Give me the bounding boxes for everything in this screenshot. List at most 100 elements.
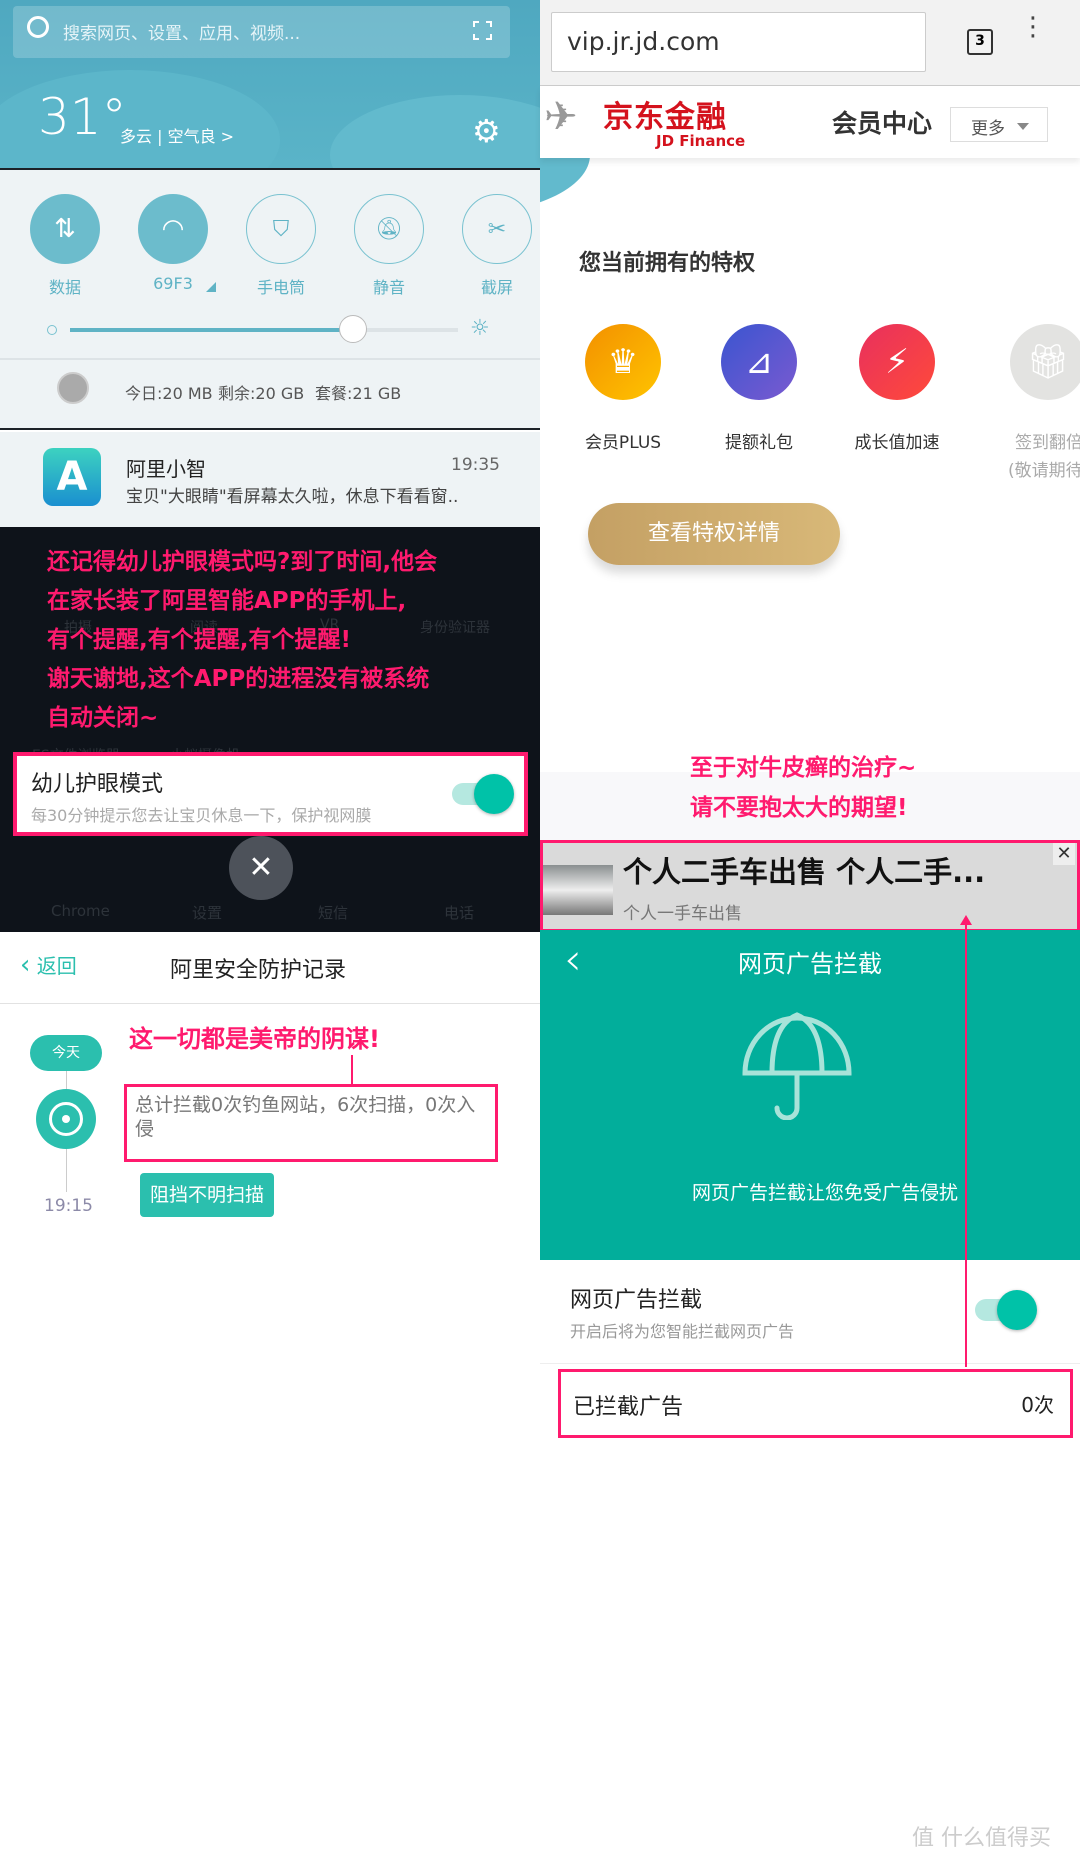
brightness-fill xyxy=(70,328,354,332)
home-screen-dimmed: 拍摄 阅读 VR 身份验证器 ES文件浏览器 小蚁摄像机 还记得幼儿护眼模式吗?… xyxy=(0,527,540,932)
search-input[interactable]: 搜索网页、设置、应用、视频... xyxy=(13,6,510,58)
annotation-line: 请不要抱太大的期望! xyxy=(690,795,908,821)
wifi-icon: ◠ xyxy=(161,214,185,244)
privilege-plus[interactable]: ♛ xyxy=(585,324,661,400)
weather-description[interactable]: 多云 | 空气良 > xyxy=(120,123,234,147)
annotation-line: 还记得幼儿护眼模式吗?到了时间,他会 xyxy=(47,549,438,575)
ad-banner[interactable]: 个人二手车出售 个人二手... 个人一手车出售 ✕ xyxy=(540,840,1080,932)
setting-subtitle: 开启后将为您智能拦截网页广告 xyxy=(570,1322,795,1341)
annotation-arrow-line xyxy=(965,922,967,1367)
ad-close-icon[interactable]: ✕ xyxy=(1053,843,1075,865)
notification-time: 19:35 xyxy=(451,455,500,475)
jd-logo-icon: ✈ xyxy=(544,94,578,140)
target-icon xyxy=(36,1089,96,1149)
notification-card[interactable]: A 阿里小智 19:35 宝贝"大眼睛"看屏幕太久啦，休息下看看窗.. xyxy=(0,432,540,527)
back-button[interactable]: ‹ 返回 xyxy=(20,950,77,980)
eye-mode-subtitle: 每30分钟提示您去让宝贝休息一下，保护视网膜 xyxy=(31,806,372,825)
adblock-tagline: 网页广告拦截让您免受广告侵扰 xyxy=(691,1182,958,1204)
url-bar[interactable]: vip.jr.jd.com xyxy=(551,12,926,72)
quick-settings: ⇅ ◠ ⛉ 🔕︎ ✂ 数据 69F3 手电筒 静音 截屏 ☼ xyxy=(0,168,540,358)
page-title: 阿里安全防护记录 xyxy=(170,958,347,983)
eye-mode-toggle[interactable] xyxy=(452,774,514,814)
browser-toolbar: vip.jr.jd.com 3 ⋮ xyxy=(540,0,1080,86)
dock-label: Chrome xyxy=(51,902,110,920)
section-title: 您当前拥有的特权 xyxy=(579,251,756,276)
silent-toggle[interactable]: 🔕︎ xyxy=(354,194,424,264)
flashlight-toggle[interactable]: ⛉ xyxy=(246,194,316,264)
crown-icon: ♛ xyxy=(607,342,639,382)
wifi-signal-icon xyxy=(206,282,216,292)
eye-mode-card[interactable]: 幼儿护眼模式 每30分钟提示您去让宝贝休息一下，保护视网膜 xyxy=(13,752,528,836)
jd-header: ✈ 京东金融 JD Finance 会员中心 更多 xyxy=(540,86,1080,158)
data-usage-row[interactable]: 今日:20 MB 剩余:20 GB 套餐:21 GB xyxy=(0,358,540,430)
bell-off-icon: 🔕︎ xyxy=(375,216,403,242)
adblock-toggle[interactable] xyxy=(975,1290,1037,1330)
screenshot-icon: ✂ xyxy=(487,216,507,242)
notification-body: 宝贝"大眼睛"看屏幕太久啦，休息下看看窗.. xyxy=(126,487,459,507)
privilege-growth[interactable]: ⚡ xyxy=(859,324,935,400)
jd-logo-text: 京东金融 xyxy=(603,100,727,135)
brightness-thumb[interactable] xyxy=(339,315,368,343)
member-center-title: 会员中心 xyxy=(832,109,933,138)
annotation-arrowhead xyxy=(960,915,972,925)
ad-title: 个人二手车出售 个人二手... xyxy=(623,855,986,889)
privilege-label: 提额礼包 xyxy=(725,433,793,453)
brightness-low-icon xyxy=(47,325,57,335)
flashlight-icon: ⛉ xyxy=(272,216,290,242)
screenshot-toggle[interactable]: ✂ xyxy=(462,194,532,264)
privilege-label: 签到翻倍 xyxy=(1015,433,1080,453)
annotation-ads: 至于对牛皮癣的治疗~ 请不要抱太大的期望! xyxy=(690,748,916,828)
car-image xyxy=(543,865,613,915)
summary-box: 总计拦截0次钓鱼网站，6次扫描，0次入侵 xyxy=(124,1084,498,1162)
search-icon xyxy=(27,16,49,38)
brightness-slider[interactable] xyxy=(70,315,458,343)
qs-label: 静音 xyxy=(372,278,405,297)
annotation-line: 有个提醒,有个提醒,有个提醒! xyxy=(47,627,351,653)
blocked-label: 已拦截广告 xyxy=(573,1395,684,1420)
more-dropdown[interactable]: 更多 xyxy=(950,107,1048,142)
adblock-header: ‹ 网页广告拦截 网页广告拦截让您免受广告侵扰 xyxy=(540,930,1080,1260)
qs-label: 数据 xyxy=(48,278,81,297)
blocked-count: 0次 xyxy=(1021,1393,1054,1417)
menu-dots-icon[interactable]: ⋮ xyxy=(1020,14,1046,40)
dock-label: 短信 xyxy=(318,904,349,922)
jd-logo-english: JD Finance xyxy=(656,132,746,150)
close-button[interactable]: ✕ xyxy=(229,836,293,900)
gear-icon[interactable]: ⚙ xyxy=(472,112,501,150)
adblock-setting-row[interactable]: 网页广告拦截 开启后将为您智能拦截网页广告 xyxy=(540,1260,1080,1364)
wifi-toggle[interactable]: ◠ xyxy=(138,194,208,264)
data-remaining: 剩余:20 GB xyxy=(218,384,305,403)
url-text: vip.jr.jd.com xyxy=(567,27,720,56)
temperature: 31° xyxy=(38,88,127,146)
qs-label: 手电筒 xyxy=(256,278,305,297)
annotation-line: 在家长装了阿里智能APP的手机上, xyxy=(47,588,407,614)
search-placeholder: 搜索网页、设置、应用、视频... xyxy=(63,24,301,44)
gift-icon: 🎁︎ xyxy=(1026,342,1070,382)
close-icon: ✕ xyxy=(248,850,274,885)
privilege-credit[interactable]: ⊿ xyxy=(721,324,797,400)
summary-text: 总计拦截0次钓鱼网站，6次扫描，0次入侵 xyxy=(135,1094,476,1140)
event-bubble: 阻挡不明扫描 xyxy=(140,1173,275,1217)
event-time: 19:15 xyxy=(44,1196,93,1216)
credit-up-icon: ⊿ xyxy=(744,342,774,382)
annotation-arrow xyxy=(351,1055,353,1085)
ali-xiaozhi-app-icon: A xyxy=(43,448,101,506)
weather-header: 搜索网页、设置、应用、视频... 31° 多云 | 空气良 > ⚙ xyxy=(0,0,590,215)
data-toggle[interactable]: ⇅ xyxy=(30,194,100,264)
brightness-high-icon: ☼ xyxy=(470,316,490,341)
umbrella-icon xyxy=(742,1012,852,1120)
ad-subtitle: 个人一手车出售 xyxy=(623,904,742,924)
security-log-screen: ‹ 返回 阿里安全防护记录 这一切都是美帝的阴谋! 今天 总计拦截0次钓鱼网站，… xyxy=(0,932,540,1232)
more-label: 更多 xyxy=(971,119,1005,139)
privilege-label: 成长值加速 xyxy=(854,433,940,453)
tab-switcher-button[interactable]: 3 xyxy=(967,29,993,55)
data-usage-icon xyxy=(57,372,89,404)
view-details-label: 查看特权详情 xyxy=(647,521,780,546)
privilege-checkin[interactable]: 🎁︎ xyxy=(1010,324,1080,400)
watermark-logo: 值 什么值得买 xyxy=(912,1826,1051,1851)
view-details-button[interactable]: 查看特权详情 xyxy=(588,503,840,565)
blocked-count-row[interactable]: 已拦截广告 0次 xyxy=(558,1369,1073,1438)
annotation-line: 谢天谢地,这个APP的进程没有被系统 xyxy=(47,666,430,692)
scan-icon[interactable] xyxy=(473,21,492,40)
lightning-icon: ⚡ xyxy=(885,342,909,382)
